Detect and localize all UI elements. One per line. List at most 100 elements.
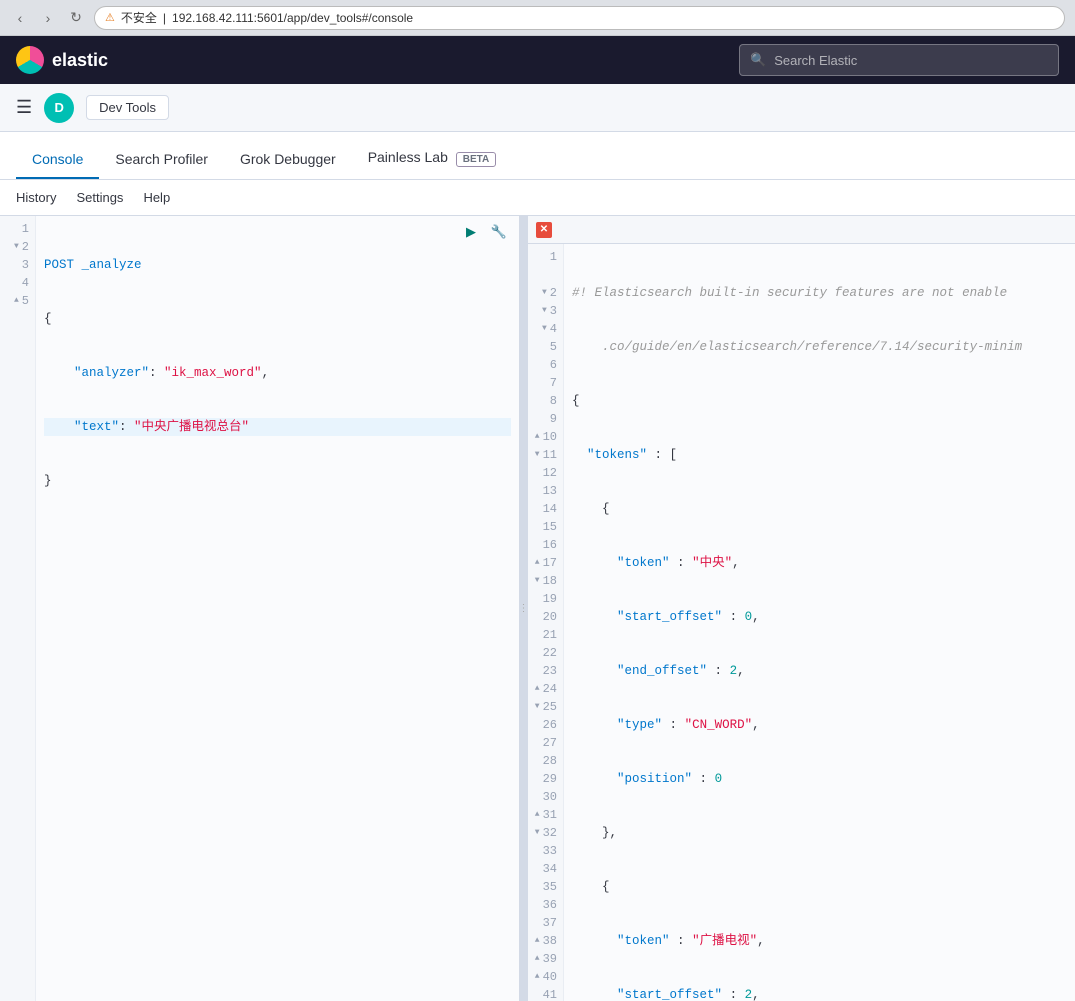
code-line-2: {: [44, 310, 511, 328]
rln-1: 1: [532, 248, 557, 266]
user-avatar[interactable]: D: [44, 93, 74, 123]
ln-4: 4: [4, 274, 29, 292]
tab-search-profiler[interactable]: Search Profiler: [99, 141, 224, 179]
rln-20: 20: [532, 608, 557, 626]
rln-30: 30: [532, 788, 557, 806]
panel-splitter[interactable]: ⋮: [520, 216, 528, 1001]
left-line-numbers: 1 ▼2 3 4 ▲5: [0, 216, 36, 1001]
run-button[interactable]: ▶: [459, 220, 483, 244]
rln-25: ▼25: [532, 698, 557, 716]
nav-help[interactable]: Help: [143, 190, 170, 205]
rln-41: 41: [532, 986, 557, 1001]
rln-36: 36: [532, 896, 557, 914]
rln-32: ▼32: [532, 824, 557, 842]
editor-toolbar: ▶ 🔧: [459, 220, 511, 244]
browser-bar: ‹ › ↻ ⚠ 不安全 | 192.168.42.111:5601/app/de…: [0, 0, 1075, 36]
tab-painless-lab[interactable]: Painless Lab BETA: [352, 139, 513, 179]
rln-6: 6: [532, 356, 557, 374]
rln-7: 7: [532, 374, 557, 392]
resp-line-6: "start_offset" : 0,: [572, 608, 1067, 626]
rln-31: ▲31: [532, 806, 557, 824]
search-placeholder: Search Elastic: [774, 53, 857, 68]
resp-line-13: "start_offset" : 2,: [572, 986, 1067, 1001]
rln-40: ▲40: [532, 968, 557, 986]
ln-3: 3: [4, 256, 29, 274]
right-code-editor[interactable]: 1 ▼2 ▼3 ▼4 5 6 7 8 9 ▲10 ▼11 12 13 14 15…: [528, 244, 1075, 1001]
rln-27: 27: [532, 734, 557, 752]
address-bar[interactable]: ⚠ 不安全 | 192.168.42.111:5601/app/dev_tool…: [94, 6, 1065, 30]
resp-line-1: #! Elasticsearch built-in security featu…: [572, 284, 1067, 302]
rln-33: 33: [532, 842, 557, 860]
ln-5: ▲5: [4, 292, 29, 310]
rln-29: 29: [532, 770, 557, 788]
rln-38: ▲38: [532, 932, 557, 950]
secondary-nav: History Settings Help: [0, 180, 1075, 216]
rln-21: 21: [532, 626, 557, 644]
url-text: 192.168.42.111:5601/app/dev_tools#/conso…: [172, 11, 413, 25]
right-code-content: #! Elasticsearch built-in security featu…: [564, 244, 1075, 1001]
resp-line-11: {: [572, 878, 1067, 896]
elastic-logo-text: elastic: [52, 50, 108, 71]
rln-8: 8: [532, 392, 557, 410]
address-text: 不安全: [121, 9, 157, 26]
rln-35: 35: [532, 878, 557, 896]
dev-tools-button[interactable]: Dev Tools: [86, 95, 169, 120]
rln-12: 12: [532, 464, 557, 482]
left-code-content[interactable]: POST _analyze { "analyzer": "ik_max_word…: [36, 216, 519, 1001]
resp-line-2: {: [572, 392, 1067, 410]
resp-line-4: {: [572, 500, 1067, 518]
rln-24: ▲24: [532, 680, 557, 698]
ln-1: 1: [4, 220, 29, 238]
code-line-5: }: [44, 472, 511, 490]
hamburger-menu[interactable]: ☰: [16, 97, 32, 118]
rln-34: 34: [532, 860, 557, 878]
rln-3: ▼3: [532, 302, 557, 320]
rln-cont: [532, 266, 557, 284]
resp-line-9: "position" : 0: [572, 770, 1067, 788]
nav-settings[interactable]: Settings: [76, 190, 123, 205]
back-button[interactable]: ‹: [10, 8, 30, 28]
reload-button[interactable]: ↻: [66, 8, 86, 28]
rln-11: ▼11: [532, 446, 557, 464]
rln-26: 26: [532, 716, 557, 734]
rln-4: ▼4: [532, 320, 557, 338]
tab-grok-debugger[interactable]: Grok Debugger: [224, 141, 352, 179]
tab-console[interactable]: Console: [16, 141, 99, 179]
rln-39: ▲39: [532, 950, 557, 968]
code-line-3: "analyzer": "ik_max_word",: [44, 364, 511, 382]
rln-15: 15: [532, 518, 557, 536]
ln-2: ▼2: [4, 238, 29, 256]
search-icon: 🔍: [750, 52, 766, 68]
right-editor-panel: ✕ 1 ▼2 ▼3 ▼4 5 6 7 8 9 ▲10 ▼11 12 13 14 …: [528, 216, 1075, 1001]
resp-line-1b: .co/guide/en/elasticsearch/reference/7.1…: [572, 338, 1067, 356]
code-line-1: POST _analyze: [44, 256, 511, 274]
app-bar: ☰ D Dev Tools: [0, 84, 1075, 132]
rln-23: 23: [532, 662, 557, 680]
rln-28: 28: [532, 752, 557, 770]
rln-37: 37: [532, 914, 557, 932]
left-editor-panel: ▶ 🔧 1 ▼2 3 4 ▲5 POST _analyze { "analyze…: [0, 216, 520, 1001]
resp-line-7: "end_offset" : 2,: [572, 662, 1067, 680]
forward-button[interactable]: ›: [38, 8, 58, 28]
editor-layout: ▶ 🔧 1 ▼2 3 4 ▲5 POST _analyze { "analyze…: [0, 216, 1075, 1001]
resp-line-12: "token" : "广播电视",: [572, 932, 1067, 950]
code-line-4: "text": "中央广播电视总台": [44, 418, 511, 436]
close-response-button[interactable]: ✕: [536, 222, 552, 238]
resp-line-10: },: [572, 824, 1067, 842]
rln-9: 9: [532, 410, 557, 428]
left-code-editor[interactable]: 1 ▼2 3 4 ▲5 POST _analyze { "analyzer": …: [0, 216, 519, 1001]
response-toolbar: ✕: [528, 216, 1075, 244]
beta-badge: BETA: [456, 152, 496, 167]
rln-14: 14: [532, 500, 557, 518]
elastic-logo[interactable]: elastic: [16, 46, 108, 74]
rln-2: ▼2: [532, 284, 557, 302]
resp-line-8: "type" : "CN_WORD",: [572, 716, 1067, 734]
security-warning-icon: ⚠: [105, 11, 115, 24]
right-line-numbers: 1 ▼2 ▼3 ▼4 5 6 7 8 9 ▲10 ▼11 12 13 14 15…: [528, 244, 564, 1001]
rln-22: 22: [532, 644, 557, 662]
rln-16: 16: [532, 536, 557, 554]
global-search[interactable]: 🔍 Search Elastic: [739, 44, 1059, 76]
settings-button[interactable]: 🔧: [487, 220, 511, 244]
rln-18: ▼18: [532, 572, 557, 590]
nav-history[interactable]: History: [16, 190, 56, 205]
